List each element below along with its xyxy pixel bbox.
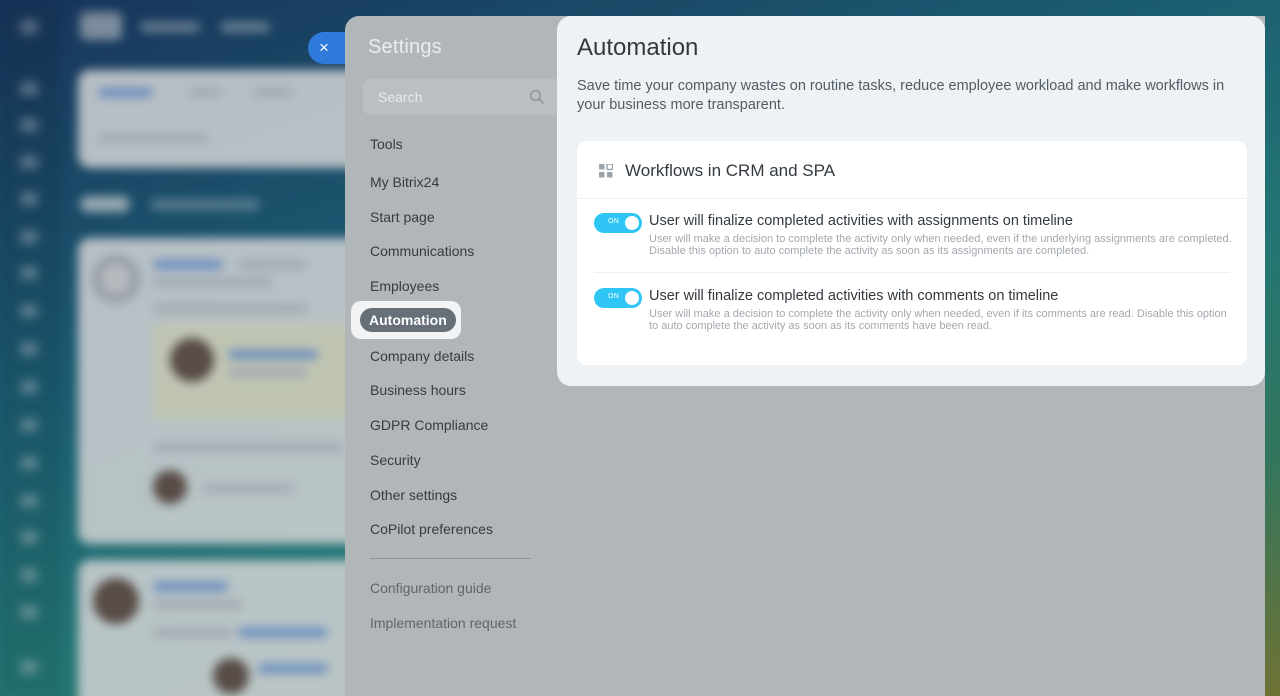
menu-item-automation[interactable]: Automation bbox=[360, 308, 456, 332]
settings-title: Settings bbox=[368, 36, 442, 58]
assignments-toggle[interactable]: ON bbox=[594, 213, 642, 233]
option-title: User will finalize completed activities … bbox=[649, 213, 1073, 229]
toggle-knob bbox=[625, 291, 639, 305]
toggle-knob bbox=[625, 216, 639, 230]
menu-item-tools[interactable]: Tools bbox=[370, 136, 403, 152]
settings-search[interactable] bbox=[363, 79, 558, 115]
comments-toggle[interactable]: ON bbox=[594, 288, 642, 308]
option-separator bbox=[594, 272, 1230, 273]
toggle-state-label: ON bbox=[608, 218, 620, 225]
menu-divider bbox=[370, 558, 531, 559]
menu-item-other-settings[interactable]: Other settings bbox=[370, 487, 457, 503]
toggle-state-label: ON bbox=[608, 293, 620, 300]
menu-item-gdpr-compliance[interactable]: GDPR Compliance bbox=[370, 417, 488, 433]
menu-item-copilot-preferences[interactable]: CoPilot preferences bbox=[370, 521, 493, 537]
grid-icon bbox=[599, 164, 613, 178]
menu-item-communications[interactable]: Communications bbox=[370, 243, 474, 259]
card-title: Workflows in CRM and SPA bbox=[625, 161, 836, 180]
menu-item-employees[interactable]: Employees bbox=[370, 278, 439, 294]
option-description: User will make a decision to complete th… bbox=[649, 308, 1227, 332]
option-title: User will finalize completed activities … bbox=[649, 288, 1059, 304]
option-description: User will make a decision to complete th… bbox=[649, 233, 1232, 257]
automation-panel: Automation Save time your company wastes… bbox=[557, 16, 1265, 386]
menu-item-implementation-request[interactable]: Implementation request bbox=[370, 615, 516, 631]
menu-item-my-bitrix24[interactable]: My Bitrix24 bbox=[370, 174, 439, 190]
page-title: Automation bbox=[577, 34, 699, 61]
menu-item-business-hours[interactable]: Business hours bbox=[370, 382, 466, 398]
page-description: Save time your company wastes on routine… bbox=[577, 78, 1225, 113]
menu-item-start-page[interactable]: Start page bbox=[370, 209, 435, 225]
menu-item-configuration-guide[interactable]: Configuration guide bbox=[370, 580, 491, 596]
menu-item-company-details[interactable]: Company details bbox=[370, 348, 474, 364]
card-divider bbox=[577, 198, 1247, 199]
search-icon[interactable] bbox=[529, 89, 545, 105]
close-icon: × bbox=[319, 38, 329, 57]
menu-item-security[interactable]: Security bbox=[370, 452, 421, 468]
workflows-card: Workflows in CRM and SPA ON User will fi… bbox=[577, 141, 1247, 365]
search-input[interactable] bbox=[363, 79, 528, 115]
